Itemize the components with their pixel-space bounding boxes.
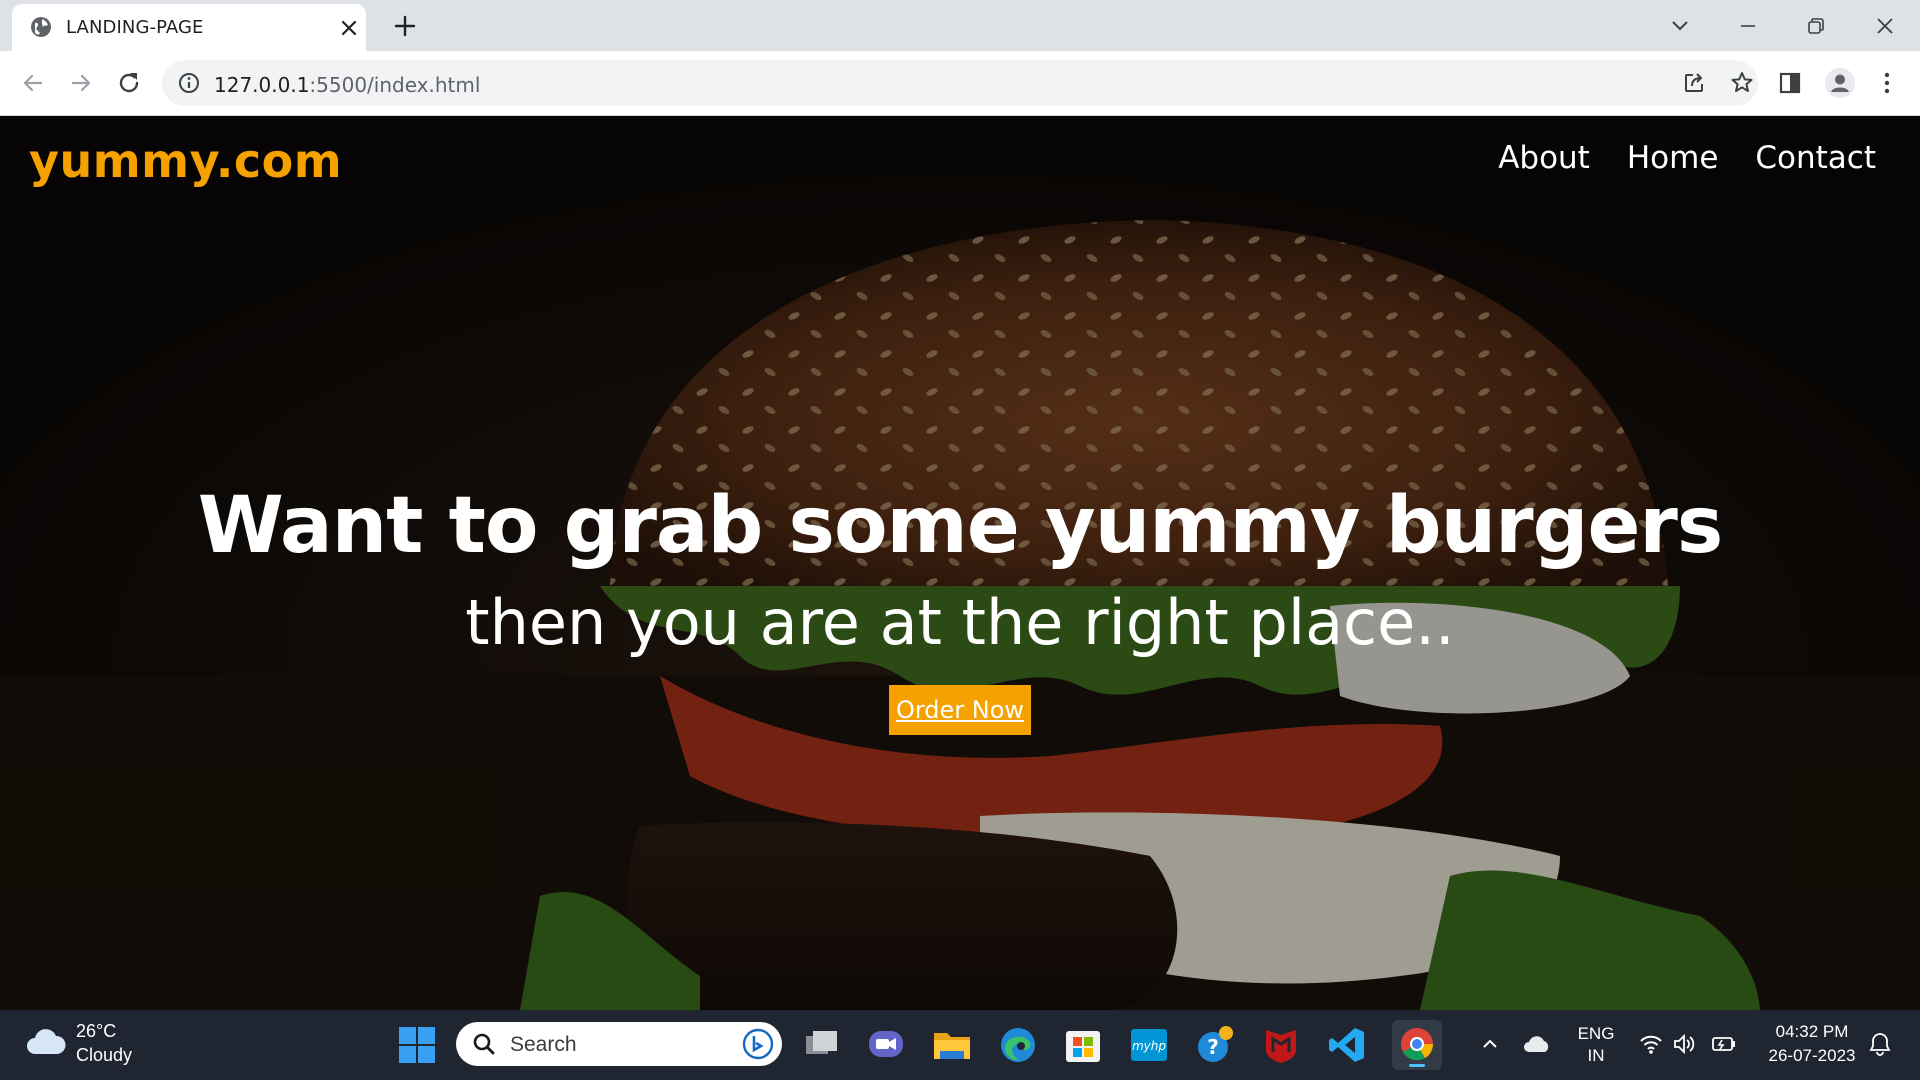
taskbar-search[interactable]: Search <box>456 1022 782 1066</box>
edge-browser-icon[interactable] <box>997 1024 1039 1066</box>
nav-link-home[interactable]: Home <box>1627 140 1719 176</box>
bookmark-star-icon[interactable] <box>1728 69 1756 97</box>
notification-bell-icon[interactable] <box>1866 1030 1894 1058</box>
hero-subheadline: then you are at the right place.. <box>465 586 1455 659</box>
hero-headline: Want to grab some yummy burgers <box>197 481 1724 571</box>
url-text: 127.0.0.1:5500/index.html <box>214 73 480 97</box>
bing-icon[interactable] <box>742 1028 774 1060</box>
chrome-icon[interactable] <box>1392 1020 1442 1070</box>
battery-charging-icon[interactable] <box>1710 1032 1738 1056</box>
weather-description[interactable]: Cloudy <box>76 1045 132 1066</box>
mcafee-icon[interactable] <box>1260 1024 1302 1066</box>
language-indicator[interactable]: ENG <box>1576 1024 1616 1044</box>
start-windows-icon[interactable] <box>396 1024 438 1066</box>
side-panel-icon[interactable] <box>1776 69 1804 97</box>
profile-avatar-icon[interactable] <box>1824 67 1856 99</box>
url-path: :5500/index.html <box>309 73 481 97</box>
show-hidden-icons-chevron[interactable] <box>1478 1032 1502 1056</box>
file-explorer-icon[interactable] <box>931 1024 973 1066</box>
more-menu-icon[interactable] <box>1873 69 1901 97</box>
microsoft-store-icon[interactable] <box>1062 1024 1104 1066</box>
main-nav: About Home Contact <box>1498 140 1876 176</box>
onedrive-cloud-icon[interactable] <box>1522 1032 1552 1056</box>
share-icon[interactable] <box>1680 69 1708 97</box>
wifi-icon[interactable] <box>1638 1032 1664 1056</box>
region-indicator[interactable]: IN <box>1576 1046 1616 1066</box>
restore-icon[interactable] <box>1801 11 1831 41</box>
svg-text:?: ? <box>1207 1035 1219 1059</box>
reload-icon[interactable] <box>115 69 143 97</box>
order-now-button[interactable]: Order Now <box>889 685 1031 735</box>
browser-tab[interactable]: LANDING-PAGE <box>12 4 366 51</box>
weather-temperature[interactable]: 26°C <box>76 1021 116 1042</box>
nav-link-about[interactable]: About <box>1498 140 1590 176</box>
search-placeholder: Search <box>510 1033 577 1056</box>
close-window-icon[interactable] <box>1870 11 1900 41</box>
clock-date[interactable]: 26-07-2023 <box>1752 1046 1872 1066</box>
nav-link-contact[interactable]: Contact <box>1755 140 1876 176</box>
volume-icon[interactable] <box>1672 1032 1698 1056</box>
site-logo[interactable]: yummy.com <box>29 134 342 188</box>
forward-icon[interactable] <box>67 69 95 97</box>
globe-icon <box>31 17 51 37</box>
tab-title: LANDING-PAGE <box>66 17 204 38</box>
help-notification-icon[interactable]: ? <box>1194 1024 1236 1066</box>
new-tab-icon[interactable] <box>392 13 418 39</box>
myhp-icon[interactable]: myhp <box>1128 1024 1170 1066</box>
search-icon <box>473 1033 495 1055</box>
browser-tab-strip: LANDING-PAGE <box>0 0 1920 51</box>
url-host: 127.0.0.1 <box>214 73 310 97</box>
svg-text:myhp: myhp <box>1132 1039 1166 1053</box>
close-tab-icon[interactable] <box>338 17 360 39</box>
back-icon[interactable] <box>19 69 47 97</box>
task-view-icon[interactable] <box>800 1024 842 1066</box>
page-viewport: yummy.com About Home Contact Want to gra… <box>0 116 1920 1010</box>
minimize-icon[interactable] <box>1733 11 1763 41</box>
clock-time[interactable]: 04:32 PM <box>1752 1022 1872 1042</box>
browser-toolbar: 127.0.0.1:5500/index.html <box>0 51 1920 116</box>
vscode-icon[interactable] <box>1326 1024 1368 1066</box>
teams-chat-icon[interactable] <box>865 1024 907 1066</box>
cloud-weather-icon[interactable] <box>25 1026 67 1058</box>
tab-search-chevron-icon[interactable] <box>1665 11 1695 41</box>
windows-taskbar: 26°C Cloudy Search myhp ? ENG IN 04:32 P… <box>0 1010 1920 1080</box>
site-info-icon[interactable] <box>176 70 202 96</box>
address-bar[interactable]: 127.0.0.1:5500/index.html <box>162 60 1758 106</box>
